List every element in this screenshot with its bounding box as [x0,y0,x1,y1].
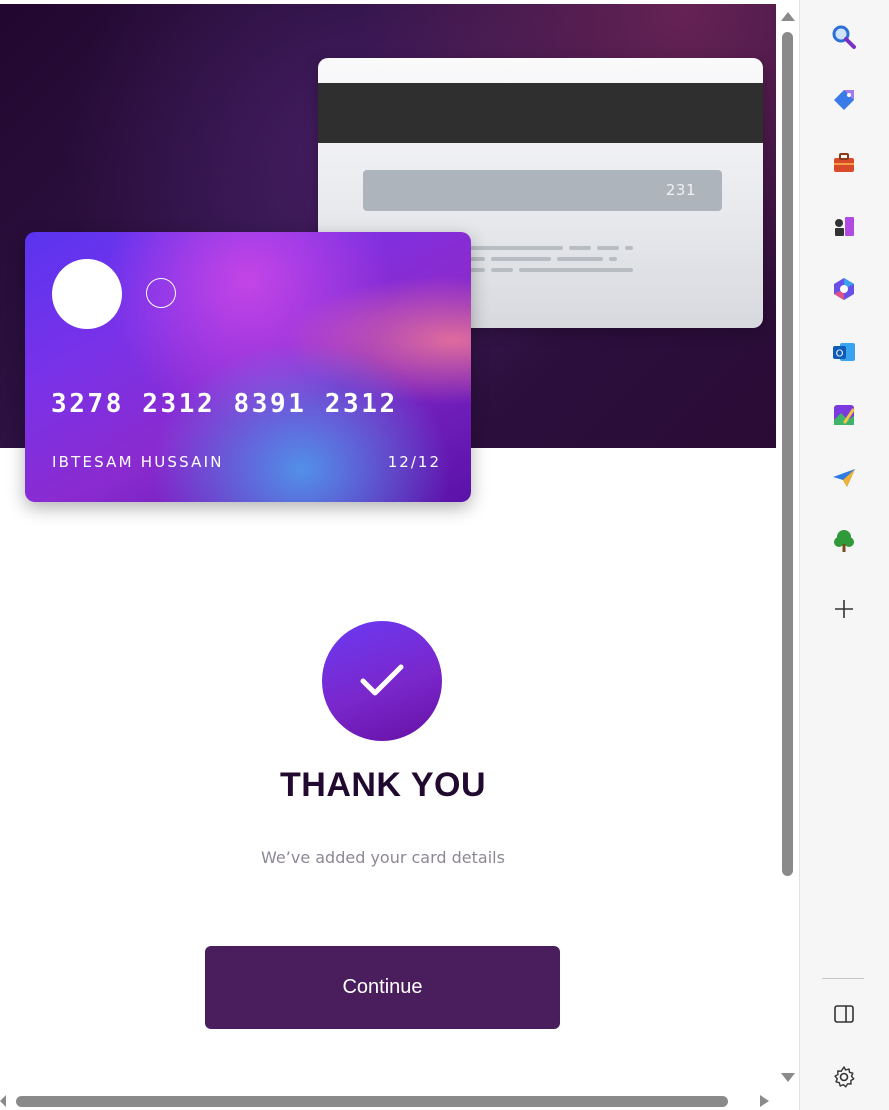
check-icon [360,664,404,696]
svg-text:O: O [836,349,844,360]
outlook-icon[interactable]: O [828,336,860,368]
vertical-scroll-thumb[interactable] [782,32,793,876]
send-drop-icon[interactable] [828,462,860,494]
confirmation-title: THANK YOU [280,766,486,804]
card-number: 3278 2312 8391 2312 [51,389,398,419]
card-logo-circle-small [146,278,176,308]
horizontal-scroll-thumb[interactable] [16,1096,728,1107]
games-chess-icon[interactable] [828,210,860,242]
scroll-left-arrow[interactable] [0,1095,6,1107]
add-icon[interactable] [828,593,860,625]
scroll-up-arrow[interactable] [781,12,795,21]
page-viewport: 231 3278 2312 8391 2312 IBTESAM HUSSAIN … [0,4,776,1094]
magnetic-stripe [318,83,763,143]
browser-sidebar: O [799,0,889,1110]
scroll-right-arrow[interactable] [760,1095,769,1107]
card-back-fine-print [449,246,635,279]
settings-gear-icon[interactable] [828,1061,860,1093]
card-logo-circle-large [52,259,122,329]
tree-icon[interactable] [828,525,860,557]
tools-briefcase-icon[interactable] [828,147,860,179]
success-badge [322,621,442,741]
vertical-scrollbar[interactable] [776,4,799,1090]
card-cvv: 231 [665,181,696,199]
microsoft-365-icon[interactable] [828,273,860,305]
sidebar-divider [822,978,864,979]
shopping-tag-icon[interactable] [828,84,860,116]
cvv-strip: 231 [363,170,722,211]
card-front: 3278 2312 8391 2312 IBTESAM HUSSAIN 12/1… [25,232,471,502]
card-holder-name: IBTESAM HUSSAIN [52,453,224,471]
card-expiry: 12/12 [387,453,441,471]
confirmation-subtitle: We’ve added your card details [261,848,505,867]
search-icon[interactable] [828,21,860,53]
image-creator-icon[interactable] [828,399,860,431]
horizontal-scrollbar[interactable] [0,1094,776,1110]
continue-button[interactable]: Continue [205,946,560,1029]
scroll-down-arrow[interactable] [781,1073,795,1082]
split-screen-icon[interactable] [828,998,860,1030]
